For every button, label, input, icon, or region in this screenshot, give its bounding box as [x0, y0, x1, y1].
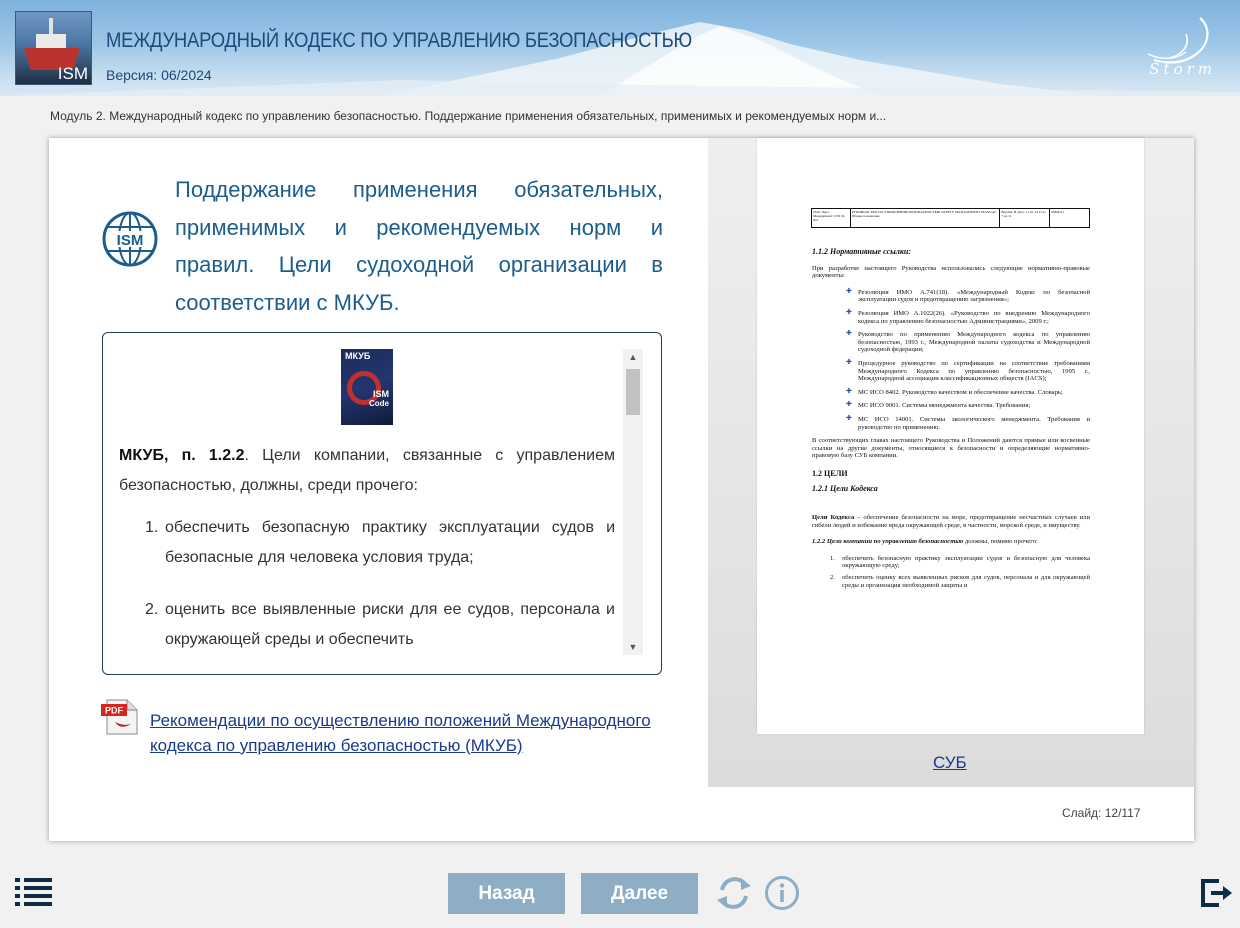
list-item: 2. оценить все выявленные риски для ее су…: [119, 595, 615, 655]
doc-bullet: Резолюция ИМО А.1022(26). «Руководство п…: [812, 309, 1090, 325]
doc-bullet: Процедурное руководство по сертификации …: [812, 359, 1090, 383]
slide-card: ISM Поддержание применения обязательных,…: [49, 138, 1194, 841]
course-version: Версия: 06/2024: [106, 67, 212, 83]
scrollbar-thumb[interactable]: [626, 369, 640, 415]
breadcrumb: Модуль 2. Международный кодекс по управл…: [50, 109, 887, 123]
doc-header-cell: ООО Лара-Менеджмент СУБ 01-Лот: [812, 209, 851, 227]
doc-heading: 1.2 ЦЕЛИ: [812, 468, 848, 478]
doc-numbered-item: 1. обеспечить безопасную практику эксплуа…: [830, 554, 1090, 570]
ism-ship-logo: ISM: [15, 11, 92, 85]
doc-header-cell: Версия: В Дата: 11.01.14 Стр.: 7 из 11: [1000, 209, 1051, 227]
document-body: 1.1.2 Нормативные ссылки: При разработке…: [812, 246, 1090, 593]
list-item-number: 1.: [145, 519, 159, 536]
list-item-text: оценить все выявленные риски для ее судо…: [165, 601, 615, 648]
slide-title-line: соответствии с МКУБ.: [175, 289, 400, 315]
ism-icon-text: ISM: [117, 232, 144, 249]
doc-bold-term: Цели Кодекса: [812, 514, 855, 522]
slide-title: Поддержание применения обязательных, при…: [175, 171, 663, 321]
doc-paragraph: В соответствующих главах настоящего Руко…: [812, 437, 1090, 460]
doc-paragraph-text: должны, помимо прочего:: [963, 538, 1038, 546]
doc-numbered-item: 2. обеспечить оценку всех выявленных риск…: [830, 574, 1090, 589]
doc-header-cell: РУКОВОДСТВО ПО УПРАВЛЕНИЮ БЕЗОПАСНОСТЬЮ …: [851, 209, 1001, 227]
scroll-down-arrow-icon[interactable]: ▼: [623, 639, 643, 655]
doc-paragraph-text: – обеспечение безопасности на море, пред…: [812, 514, 1090, 529]
course-title: МЕЖДУНАРОДНЫЙ КОДЕКС ПО УПРАВЛЕНИЮ БЕЗОП…: [106, 29, 692, 52]
doc-bullet: МС ИСО 14001. Системы экологического мен…: [812, 415, 1090, 431]
company-goals-list: 1. обеспечить безопасную практику эксплуа…: [119, 513, 615, 655]
slide-counter: Слайд: 12/117: [1062, 806, 1141, 820]
book-line2: Code: [369, 399, 389, 408]
list-item: 1. обеспечить безопасную практику эксплуа…: [119, 513, 615, 573]
document-header-table: ООО Лара-Менеджмент СУБ 01-Лот РУКОВОДСТ…: [811, 208, 1090, 228]
doc-heading: 1.2.1 Цели Кодекса: [812, 484, 878, 494]
book-title: МКУБ: [345, 351, 371, 361]
logo-text: ISM: [57, 64, 88, 83]
scrollable-text-box[interactable]: МКУБ ISM Code МКУБ, п. 1.2.2. Цели компа…: [102, 332, 662, 675]
back-button[interactable]: Назад: [448, 873, 565, 914]
doc-bullet: МС ИСО 9001. Системы менеджмента качеств…: [812, 401, 1090, 410]
doc-bullet: Резолюция ИМО А.741(18). «Международный …: [812, 288, 1090, 304]
pdf-badge-text: PDF: [105, 706, 124, 716]
ism-code-book-cover: МКУБ ISM Code: [341, 349, 393, 425]
replay-icon[interactable]: [715, 874, 753, 912]
exit-icon[interactable]: [1199, 877, 1233, 909]
ism-guidelines-pdf-link[interactable]: Рекомендации по осуществлению положений …: [150, 709, 660, 758]
sms-document-page[interactable]: ООО Лара-Менеджмент СУБ 01-Лот РУКОВОДСТ…: [757, 138, 1144, 734]
doc-bullet: МС ИСО 8402. Руководство качеством и обе…: [812, 388, 1090, 397]
list-item-number: 2.: [145, 601, 159, 618]
storm-brand-text: Storm: [1149, 60, 1216, 78]
text-box-scrollbar[interactable]: ▲ ▼: [623, 349, 643, 655]
doc-header-cell: SMM-01: [1051, 210, 1065, 214]
doc-bullet: Руководство по применению Международного…: [812, 330, 1090, 354]
slide-title-line: правил. Цели судоходной организации в: [175, 252, 663, 277]
slide-title-line: Поддержание применения обязательных,: [175, 177, 663, 202]
doc-heading-inline: 1.2.2 Цели компании по управлению безопа…: [812, 538, 964, 546]
pdf-file-icon[interactable]: PDF: [101, 698, 141, 736]
doc-paragraph: 1.2.2 Цели компании по управлению безопа…: [812, 538, 1090, 546]
doc-heading: 1.1.2 Нормативные ссылки:: [812, 247, 912, 256]
ism-reference-bold: МКУБ, п. 1.2.2: [119, 447, 245, 464]
doc-paragraph: Цели Кодекса – обеспечение безопасности …: [812, 514, 1090, 529]
next-button[interactable]: Далее: [581, 873, 698, 914]
scroll-up-arrow-icon[interactable]: ▲: [623, 349, 643, 365]
list-item-text: обеспечить безопасную практику эксплуата…: [165, 519, 615, 566]
doc-paragraph: При разработке настоящего Руководства ис…: [812, 264, 1090, 280]
table-of-contents-menu-icon[interactable]: [14, 876, 54, 908]
book-line1: ISM: [372, 389, 389, 399]
info-icon[interactable]: [764, 875, 800, 911]
ism-globe-icon: ISM: [102, 211, 158, 267]
document-preview-panel: ООО Лара-Менеджмент СУБ 01-Лот РУКОВОДСТ…: [708, 138, 1194, 787]
text-box-content: МКУБ, п. 1.2.2. Цели компании, связанные…: [119, 441, 615, 674]
ism-reference-paragraph: МКУБ, п. 1.2.2. Цели компании, связанные…: [119, 441, 615, 501]
slide-title-line: применимых и рекомендуемых норм и: [175, 214, 663, 240]
sms-document-link[interactable]: СУБ: [933, 753, 967, 773]
app-header: ISM МЕЖДУНАРОДНЫЙ КОДЕКС ПО УПРАВЛЕНИЮ Б…: [0, 0, 1240, 96]
